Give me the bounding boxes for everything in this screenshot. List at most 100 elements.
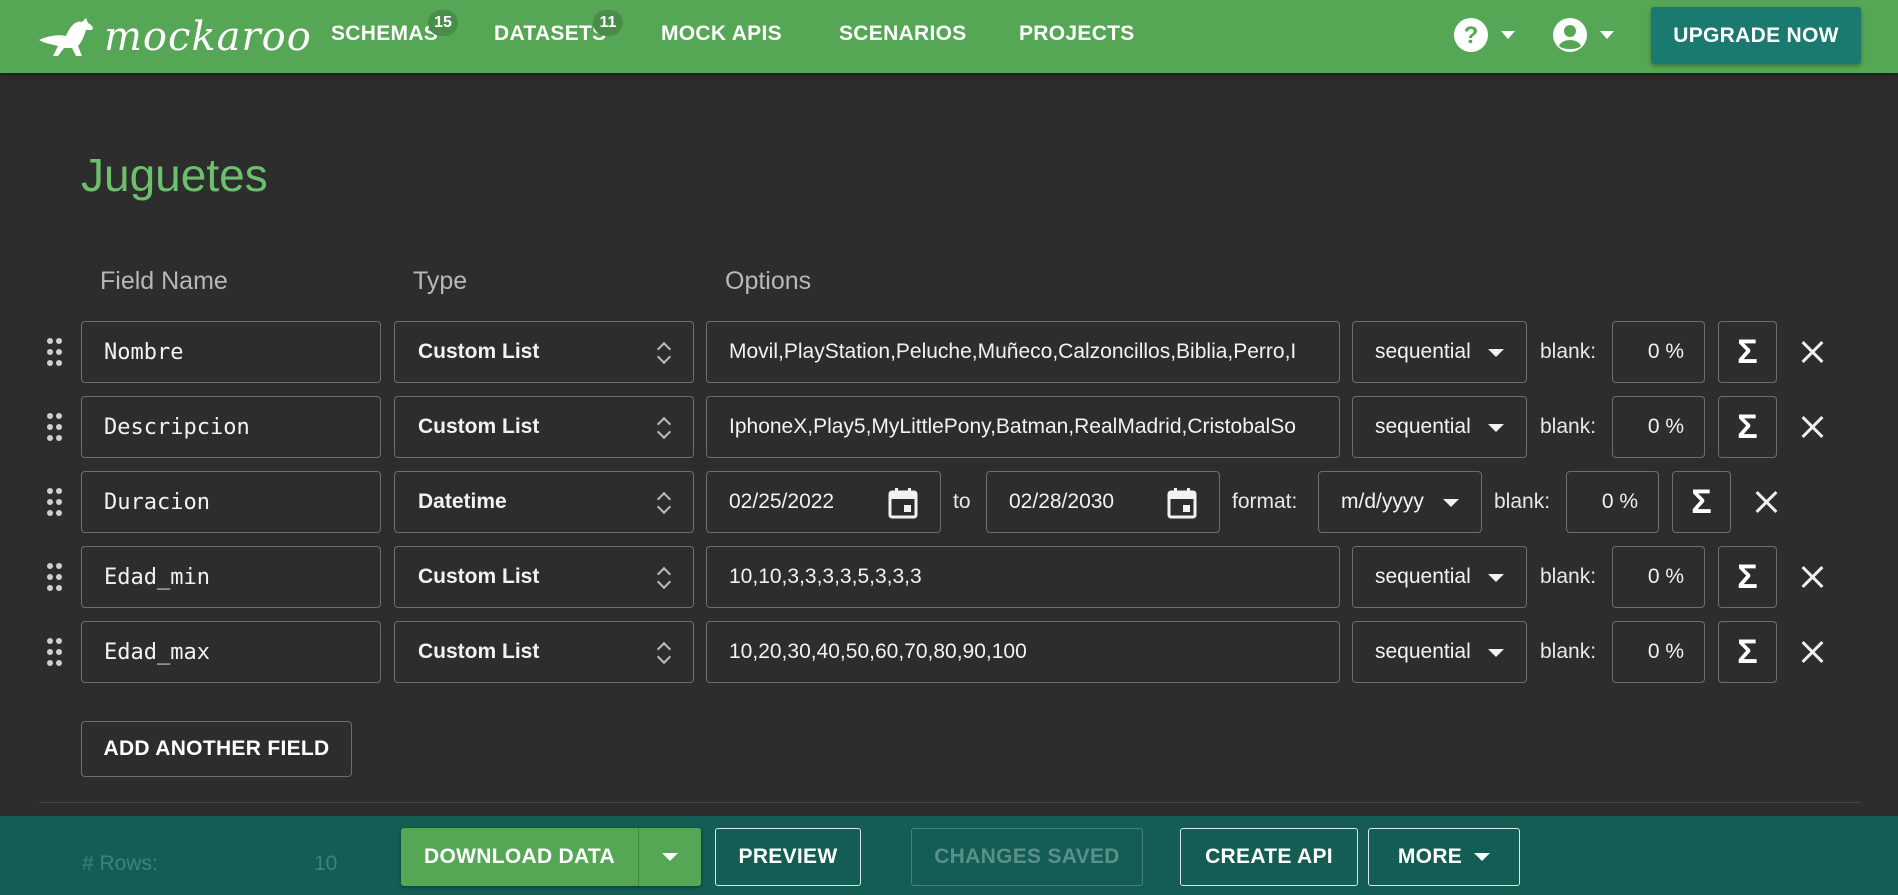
- preview-button[interactable]: PREVIEW: [715, 828, 861, 886]
- custom-list-values-input[interactable]: 10,10,3,3,3,3,5,3,3,3: [706, 546, 1340, 608]
- nav-scenarios[interactable]: SCENARIOS: [839, 22, 967, 46]
- blank-percent-input[interactable]: 0 %: [1612, 321, 1705, 383]
- help-menu[interactable]: ?: [1453, 17, 1515, 53]
- chevron-down-icon: [1488, 574, 1504, 582]
- date-format-value: m/d/yyyy: [1341, 490, 1424, 513]
- formula-sigma-button[interactable]: Σ: [1718, 621, 1777, 683]
- nav-schemas[interactable]: SCHEMAS: [331, 22, 438, 46]
- custom-list-values-input[interactable]: Movil,PlayStation,Peluche,Muñeco,Calzonc…: [706, 321, 1340, 383]
- drag-handle-icon[interactable]: [47, 338, 63, 366]
- field-type-value: Custom List: [418, 640, 540, 663]
- delete-field-icon[interactable]: [1799, 338, 1827, 366]
- date-from-input[interactable]: 02/25/2022: [706, 471, 941, 533]
- field-type-select[interactable]: Datetime: [394, 471, 694, 533]
- blank-percent-input[interactable]: 0 %: [1566, 471, 1659, 533]
- field-type-select[interactable]: Custom List: [394, 396, 694, 458]
- order-value: sequential: [1375, 640, 1471, 663]
- blank-label: blank:: [1540, 340, 1597, 363]
- field-type-value: Datetime: [418, 490, 507, 513]
- chevron-down-icon: [1443, 499, 1459, 507]
- delete-field-icon[interactable]: [1799, 563, 1827, 591]
- date-to-input[interactable]: 02/28/2030: [986, 471, 1220, 533]
- nav-mock-apis[interactable]: MOCK APIS: [661, 22, 782, 46]
- field-name-input[interactable]: Edad_max: [81, 621, 381, 683]
- date-from-value: 02/25/2022: [729, 490, 835, 513]
- download-data-label[interactable]: DOWNLOAD DATA: [401, 828, 639, 886]
- field-type-select[interactable]: Custom List: [394, 546, 694, 608]
- rows-label: # Rows:: [82, 852, 158, 875]
- datasets-count-badge: 11: [593, 10, 623, 36]
- blank-percent-input[interactable]: 0 %: [1612, 546, 1705, 608]
- account-menu[interactable]: [1552, 17, 1614, 53]
- select-arrows-icon: [657, 341, 669, 365]
- chevron-down-icon: [1488, 424, 1504, 432]
- chevron-down-icon: [1600, 31, 1614, 39]
- field-name-input[interactable]: Nombre: [81, 321, 381, 383]
- blank-label: blank:: [1540, 565, 1597, 588]
- blank-percent-input[interactable]: 0 %: [1612, 621, 1705, 683]
- delete-field-icon[interactable]: [1799, 638, 1827, 666]
- field-row: Edad_max Custom List 10,20,30,40,50,60,7…: [0, 621, 1898, 683]
- select-arrows-icon: [657, 416, 669, 440]
- custom-list-values-input[interactable]: IphoneX,Play5,MyLittlePony,Batman,RealMa…: [706, 396, 1340, 458]
- help-circle-icon: ?: [1454, 18, 1488, 52]
- brand-name: mockaroo: [104, 14, 312, 60]
- more-menu-button[interactable]: MORE: [1368, 828, 1520, 886]
- formula-sigma-button[interactable]: Σ: [1718, 321, 1777, 383]
- field-type-select[interactable]: Custom List: [394, 621, 694, 683]
- add-another-field-button[interactable]: ADD ANOTHER FIELD: [81, 721, 352, 777]
- select-arrows-icon: [657, 641, 669, 665]
- kangaroo-logo-icon: [39, 18, 93, 56]
- order-value: sequential: [1375, 415, 1471, 438]
- delete-field-icon[interactable]: [1799, 413, 1827, 441]
- create-api-button[interactable]: CREATE API: [1180, 828, 1358, 886]
- field-name-header: Field Name: [100, 267, 228, 295]
- field-row: Nombre Custom List Movil,PlayStation,Pel…: [0, 321, 1898, 383]
- mockaroo-logo[interactable]: mockaroo: [36, 14, 312, 60]
- changes-saved-button: CHANGES SAVED: [911, 828, 1143, 886]
- schemas-count-badge: 15: [428, 10, 458, 36]
- field-name-input[interactable]: Descripcion: [81, 396, 381, 458]
- blank-label: blank:: [1540, 640, 1597, 663]
- order-value: sequential: [1375, 340, 1471, 363]
- chevron-down-icon: [1488, 349, 1504, 357]
- formula-sigma-button[interactable]: Σ: [1672, 471, 1731, 533]
- drag-handle-icon[interactable]: [47, 488, 63, 516]
- blank-label: blank:: [1494, 490, 1551, 513]
- nav-datasets[interactable]: DATASETS: [494, 22, 606, 46]
- schema-title[interactable]: Juguetes: [81, 148, 268, 202]
- rows-count-input[interactable]: 10: [314, 852, 337, 876]
- order-select[interactable]: sequential: [1352, 396, 1527, 458]
- blank-percent-input[interactable]: 0 %: [1612, 396, 1705, 458]
- order-value: sequential: [1375, 565, 1471, 588]
- account-circle-icon: [1553, 18, 1587, 52]
- action-footer: # Rows: 10 DOWNLOAD DATA PREVIEW CHANGES…: [0, 816, 1898, 895]
- nav-projects[interactable]: PROJECTS: [1019, 22, 1135, 46]
- field-type-value: Custom List: [418, 340, 540, 363]
- format-label: format:: [1232, 490, 1298, 513]
- calendar-icon[interactable]: [1167, 487, 1197, 519]
- date-format-select[interactable]: m/d/yyyy: [1318, 471, 1482, 533]
- field-row: Duracion Datetime 02/25/2022 to 02/28/20…: [0, 471, 1898, 533]
- custom-list-values-input[interactable]: 10,20,30,40,50,60,70,80,90,100: [706, 621, 1340, 683]
- order-select[interactable]: sequential: [1352, 621, 1527, 683]
- download-options-toggle[interactable]: [639, 828, 701, 886]
- calendar-icon[interactable]: [888, 487, 918, 519]
- field-name-input[interactable]: Duracion: [81, 471, 381, 533]
- chevron-down-icon: [662, 853, 678, 861]
- drag-handle-icon[interactable]: [47, 413, 63, 441]
- drag-handle-icon[interactable]: [47, 563, 63, 591]
- download-data-button[interactable]: DOWNLOAD DATA: [401, 828, 701, 886]
- drag-handle-icon[interactable]: [47, 638, 63, 666]
- date-to-label: to: [953, 490, 971, 513]
- section-divider: [39, 802, 1861, 803]
- formula-sigma-button[interactable]: Σ: [1718, 546, 1777, 608]
- formula-sigma-button[interactable]: Σ: [1718, 396, 1777, 458]
- delete-field-icon[interactable]: [1753, 488, 1781, 516]
- field-name-input[interactable]: Edad_min: [81, 546, 381, 608]
- chevron-down-icon: [1501, 31, 1515, 39]
- upgrade-now-button[interactable]: UPGRADE NOW: [1651, 7, 1861, 64]
- field-type-select[interactable]: Custom List: [394, 321, 694, 383]
- order-select[interactable]: sequential: [1352, 321, 1527, 383]
- order-select[interactable]: sequential: [1352, 546, 1527, 608]
